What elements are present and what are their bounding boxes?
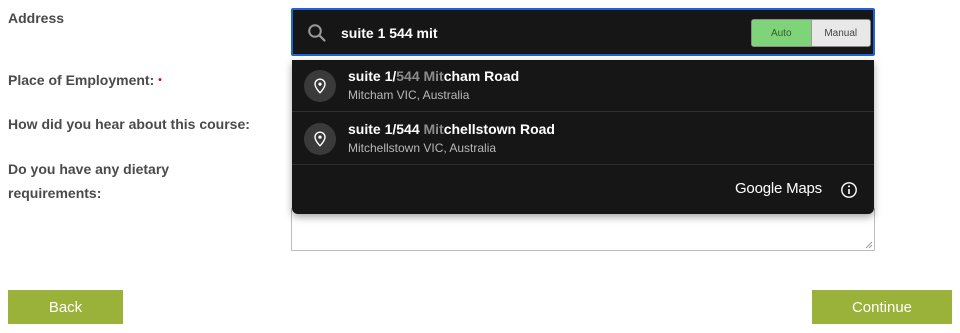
dietary-label: Do you have any dietary requirements: — [8, 157, 169, 205]
dietary-label-line2: requirements: — [8, 185, 102, 201]
suggestion-secondary-text: Mitcham VIC, Australia — [348, 88, 470, 102]
address-search-input[interactable] — [341, 21, 731, 45]
mode-auto-option[interactable]: Auto — [752, 20, 811, 46]
suggestion-main-text: suite 1/544 Mitcham Road — [348, 68, 519, 84]
suggestion-secondary-text: Mitchellstown VIC, Australia — [348, 141, 497, 155]
search-icon — [308, 24, 326, 42]
employment-label-text: Place of Employment: — [8, 72, 155, 88]
continue-button[interactable]: Continue — [812, 290, 952, 324]
suggestion-main-prefix: suite 1/ — [348, 68, 397, 84]
resize-grip-icon[interactable] — [865, 241, 873, 249]
dropdown-attribution-row: Google Maps — [292, 166, 874, 214]
address-mode-toggle[interactable]: Auto Manual — [751, 19, 871, 47]
address-search-box[interactable]: Auto Manual — [291, 8, 875, 56]
google-maps-attribution: Google Maps — [734, 180, 822, 197]
address-label: Address — [8, 10, 65, 26]
suggestion-main-rest: cham Road — [443, 68, 520, 84]
suggestion-main-rest: chellstown Road — [443, 121, 555, 137]
back-button[interactable]: Back — [8, 290, 123, 324]
info-icon[interactable] — [840, 181, 858, 199]
required-marker: • — [158, 75, 162, 86]
location-pin-icon — [304, 123, 336, 155]
suggestion-main-prefix: suite 1/544 — [348, 121, 424, 137]
suggestion-main-match: 544 Mit — [396, 68, 444, 84]
address-suggestions-dropdown: suite 1/544 Mitcham Road Mitcham VIC, Au… — [292, 60, 874, 214]
suggestion-main-match: Mit — [423, 121, 444, 137]
dietary-textarea[interactable] — [291, 208, 875, 251]
hear-about-label: How did you hear about this course: — [8, 116, 250, 132]
employment-label: Place of Employment: • — [8, 68, 162, 93]
dietary-label-line1: Do you have any dietary — [8, 161, 170, 177]
suggestion-item[interactable]: suite 1/544 Mitcham Road Mitcham VIC, Au… — [292, 60, 874, 112]
enrolment-form-page: Address Place of Employment: • How did yo… — [0, 0, 960, 333]
suggestion-item[interactable]: suite 1/544 Mitchellstown Road Mitchells… — [292, 113, 874, 165]
location-pin-icon — [304, 70, 336, 102]
mode-manual-option[interactable]: Manual — [810, 20, 870, 46]
suggestion-main-text: suite 1/544 Mitchellstown Road — [348, 121, 555, 137]
